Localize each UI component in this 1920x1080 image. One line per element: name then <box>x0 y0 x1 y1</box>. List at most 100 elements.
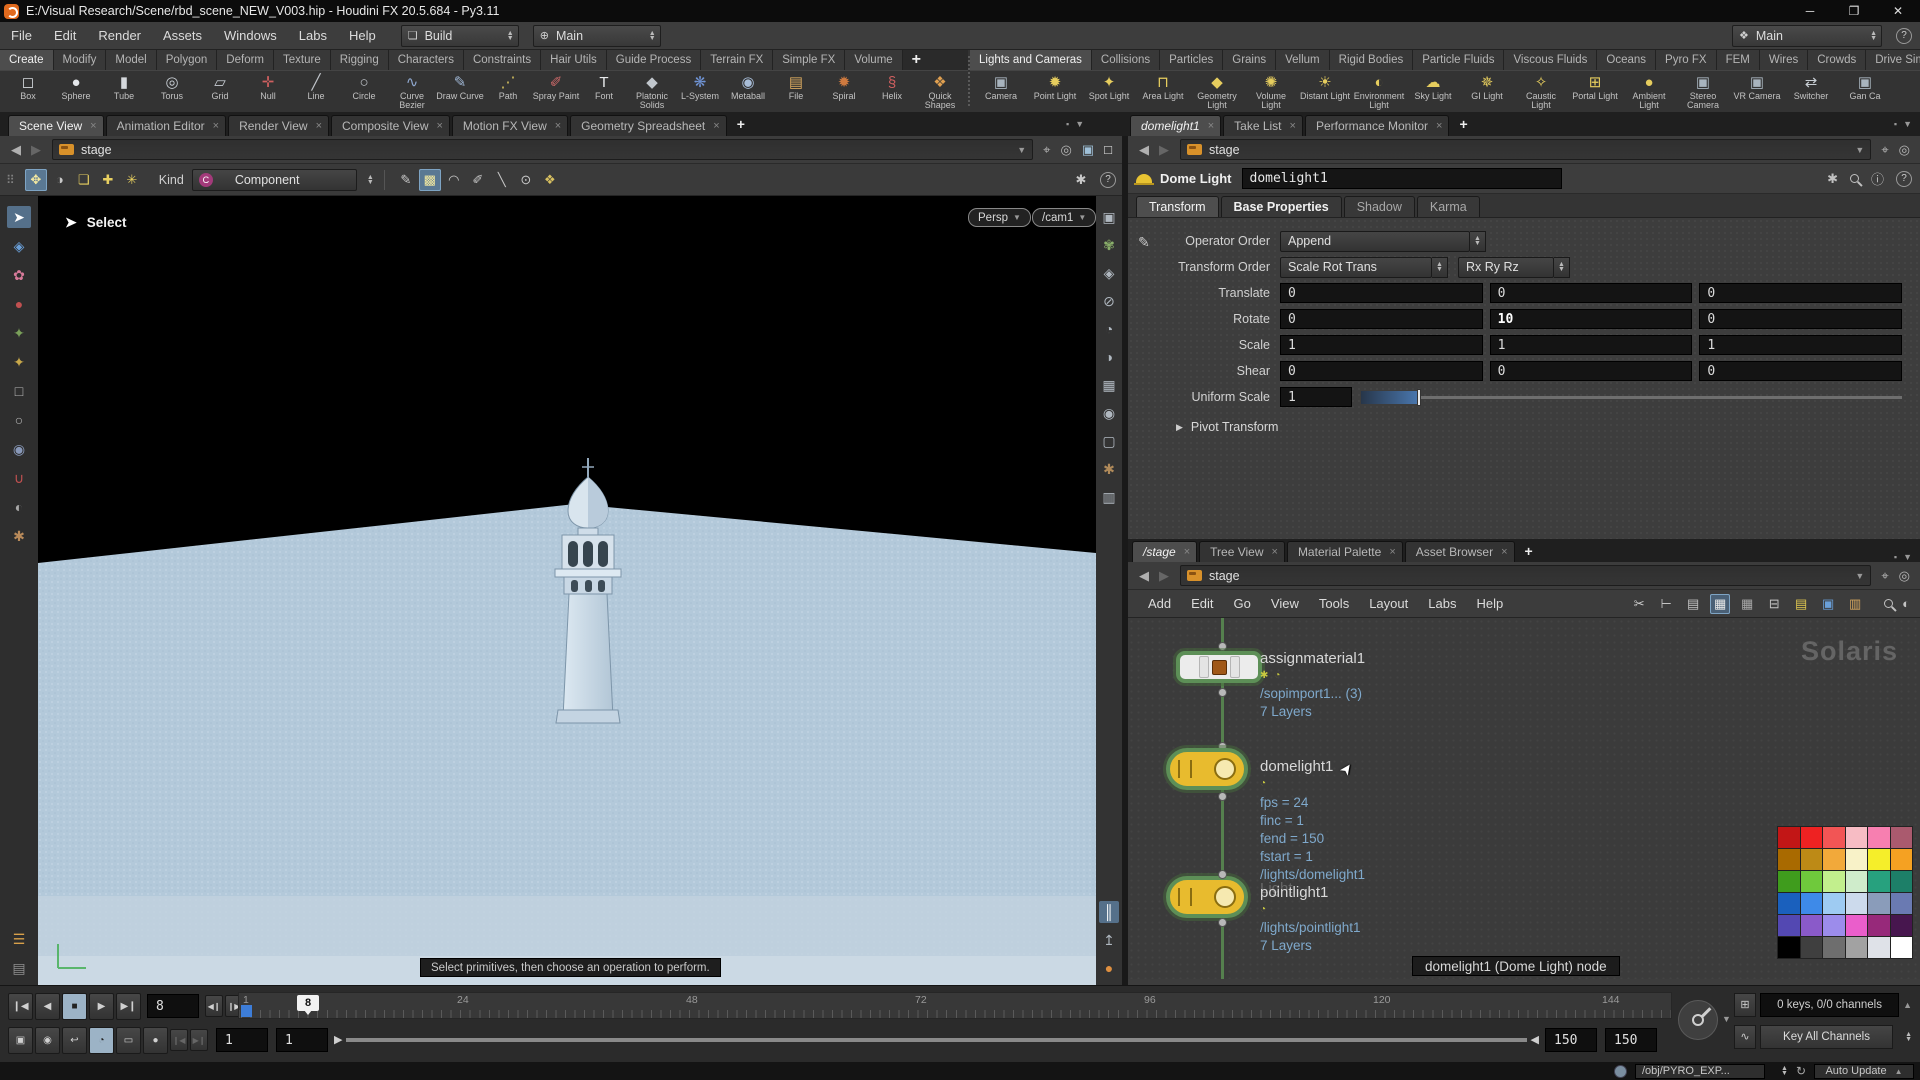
color-swatch[interactable] <box>1800 827 1822 848</box>
close-tab-icon[interactable]: × <box>436 120 442 132</box>
key-options-dropdown-icon[interactable]: ▼ <box>1722 1014 1731 1024</box>
playback-range-icon[interactable]: ◔ <box>1099 318 1119 340</box>
shelf-tab[interactable]: Polygon <box>156 50 218 70</box>
color-swatch[interactable] <box>1890 937 1912 958</box>
shear-z-field[interactable]: 0 <box>1699 361 1903 381</box>
character-tool-icon[interactable]: ✦ <box>7 351 31 373</box>
color-swatch[interactable] <box>1868 915 1890 936</box>
color-swatch[interactable] <box>1890 827 1912 848</box>
color-swatch[interactable] <box>1778 915 1800 936</box>
color-swatch[interactable] <box>1890 849 1912 870</box>
shelf-tool[interactable]: ○ Circle <box>340 72 388 112</box>
color-swatch[interactable] <box>1800 893 1822 914</box>
shelf-tool[interactable]: ☀ Distant Light <box>1298 72 1352 112</box>
menu-item[interactable]: Render <box>87 22 152 49</box>
scale-z-field[interactable]: 1 <box>1699 335 1903 355</box>
slider-handle[interactable] <box>1417 389 1421 406</box>
color-swatch[interactable] <box>1845 937 1867 958</box>
network-tab[interactable]: Asset Browser × <box>1404 541 1515 562</box>
close-tab-icon[interactable]: × <box>1389 546 1395 558</box>
param-tab[interactable]: Shadow <box>1343 196 1415 217</box>
layers-icon[interactable]: ▥ <box>1099 486 1119 508</box>
close-button[interactable]: ✕ <box>1876 0 1920 22</box>
pane-controls[interactable]: ▪ ▼ <box>1066 112 1122 136</box>
shelf-tab[interactable]: Lights and Cameras <box>970 50 1092 70</box>
color-swatch[interactable] <box>1868 893 1890 914</box>
collapse-triangle-icon[interactable]: ▶ <box>1176 422 1183 433</box>
network-menu-item[interactable]: Layout <box>1359 590 1418 617</box>
transform-order-spinner[interactable]: ▲ ▼ <box>1432 256 1448 278</box>
radar-icon[interactable]: ◎ <box>1061 142 1072 158</box>
shelf-tab[interactable]: Rigging <box>330 50 389 70</box>
scale-y-field[interactable]: 1 <box>1489 335 1693 355</box>
menu-item[interactable]: Windows <box>213 22 288 49</box>
list-view-icon[interactable]: ▤ <box>1683 594 1703 614</box>
timeline-ruler[interactable]: 1 24 48 72 96 120 144 8 <box>238 992 1672 1019</box>
color-swatch[interactable] <box>1800 937 1822 958</box>
close-tab-icon[interactable]: × <box>1184 546 1190 558</box>
kind-selector[interactable]: C Component <box>191 168 357 191</box>
render-region-icon[interactable]: ✱ <box>7 525 31 547</box>
key-mode-spinner[interactable]: ▲ ▼ <box>1905 1031 1912 1043</box>
timeline-display-button[interactable]: ▭ <box>116 1026 141 1054</box>
rotate-x-field[interactable]: 0 <box>1280 309 1483 329</box>
shelf-tool[interactable]: ✛ Null <box>244 72 292 112</box>
hide-objects-icon[interactable]: ⊘ <box>1099 290 1119 312</box>
pane-tab[interactable]: domelight1 × <box>1130 115 1222 136</box>
shelf-tool[interactable]: ✐ Spray Paint <box>532 72 580 112</box>
shelf-tool[interactable]: ✺ Volume Light <box>1244 72 1298 112</box>
pin-icon[interactable]: ⌖ <box>1881 142 1888 158</box>
pane-controls[interactable]: ▪ ▼ <box>1894 552 1920 562</box>
close-tab-icon[interactable]: × <box>1208 120 1214 132</box>
color-swatch[interactable] <box>1778 937 1800 958</box>
shelf-tab[interactable]: Create <box>0 50 54 70</box>
next-key-button[interactable]: ▶❙ <box>190 1029 208 1051</box>
shelf-tool[interactable]: ✹ Spiral <box>820 72 868 112</box>
desktop-selector[interactable]: ❏ Build ▲ ▼ <box>400 24 519 47</box>
set-key-button[interactable] <box>1678 1000 1718 1040</box>
operator-order-select[interactable]: Append <box>1280 230 1470 252</box>
ladder-menu-icon[interactable]: ☰ <box>7 928 31 950</box>
uniform-scale-field[interactable]: 1 <box>1280 387 1352 407</box>
color-swatch[interactable] <box>1890 893 1912 914</box>
info-icon[interactable]: ⓘ <box>1871 169 1884 188</box>
pane-controls[interactable]: ▪ ▼ <box>1894 112 1920 136</box>
color-swatch[interactable] <box>1845 827 1867 848</box>
node-domelight1[interactable] <box>1166 748 1248 790</box>
viewport-help-icon[interactable]: ? <box>1100 171 1116 188</box>
lock-camera-icon[interactable]: ◈ <box>1099 262 1119 284</box>
shelf-tab[interactable]: Crowds <box>1808 50 1867 70</box>
shelf-tab[interactable]: Particles <box>1160 50 1224 70</box>
shelf-tab[interactable]: Drive Simulation <box>1866 50 1920 70</box>
color-swatch[interactable] <box>1778 849 1800 870</box>
new-network-tab-button[interactable]: + <box>1517 543 1541 559</box>
background-image-icon[interactable]: ▣ <box>1818 594 1838 614</box>
shelf-tool[interactable]: ✎ Draw Curve <box>436 72 484 112</box>
shelf-tool[interactable]: ◆ Platonic Solids <box>628 72 676 112</box>
shelf-tab[interactable]: Vellum <box>1276 50 1330 70</box>
shelf-tool[interactable]: ▣ VR Camera <box>1730 72 1784 112</box>
link-cube-icon[interactable]: ▣ <box>1082 142 1094 158</box>
move-tool-icon[interactable]: ● <box>7 293 31 315</box>
shelf-tool[interactable]: ∿ Curve Bezier <box>388 72 436 112</box>
shelf-tab[interactable]: Grains <box>1223 50 1277 70</box>
network-tab[interactable]: /stage × <box>1132 541 1198 562</box>
shading-mode-icon[interactable]: ✱ <box>1099 458 1119 480</box>
undo-button[interactable]: ↩ <box>62 1026 87 1054</box>
shelf-tool[interactable]: ✹ Point Light <box>1028 72 1082 112</box>
translate-x-field[interactable]: 0 <box>1280 283 1483 303</box>
secure-selection-icon[interactable]: ◈ <box>7 235 31 257</box>
brush-select-icon[interactable]: ✐ <box>467 169 489 191</box>
color-swatch[interactable] <box>1845 871 1867 892</box>
shelf-tool[interactable]: ▱ Grid <box>196 72 244 112</box>
rotate-z-field[interactable]: 0 <box>1699 309 1903 329</box>
material-preview-icon[interactable]: ✾ <box>1099 234 1119 256</box>
pause-updates-icon[interactable]: ║ <box>1099 901 1119 923</box>
color-swatch[interactable] <box>1845 915 1867 936</box>
current-frame-field[interactable]: 8 <box>147 994 199 1018</box>
laser-select-icon[interactable]: ╲ <box>491 169 513 191</box>
play-reverse-button[interactable]: ◀ <box>35 992 60 1020</box>
range-left-handle[interactable]: ▶ <box>334 1033 342 1046</box>
menu-item[interactable]: Labs <box>288 22 338 49</box>
back-arrow-icon[interactable]: ◀ <box>1134 142 1154 158</box>
